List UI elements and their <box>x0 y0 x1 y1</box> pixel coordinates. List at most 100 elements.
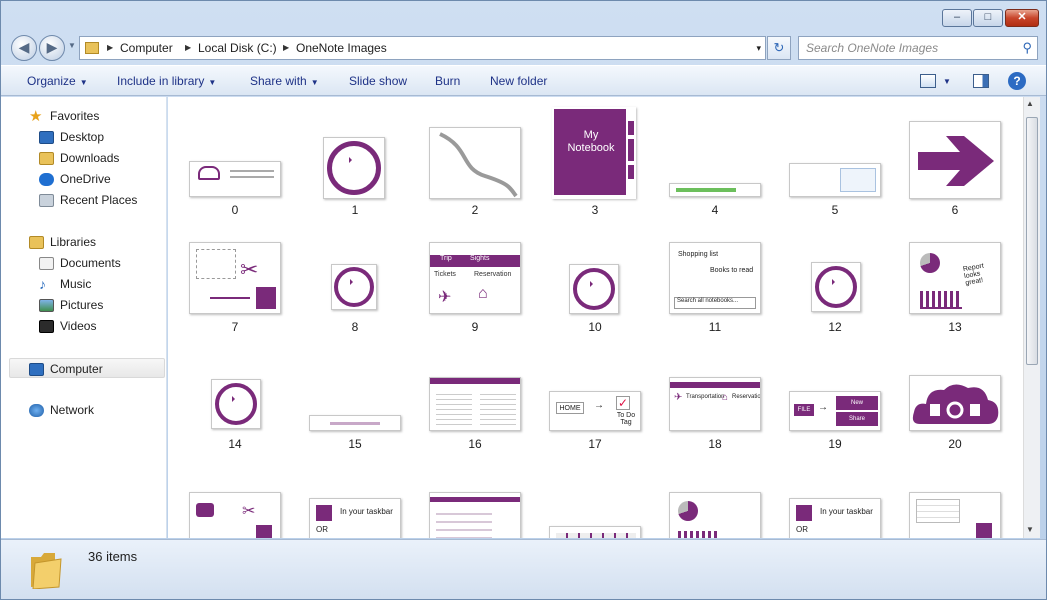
view-dropdown-icon[interactable]: ▼ <box>943 77 951 86</box>
bar-chart-icon <box>920 291 962 309</box>
file-item[interactable]: 5 <box>775 99 895 217</box>
file-item[interactable] <box>415 450 535 538</box>
nav-item-recent-places[interactable]: Recent Places <box>39 190 137 210</box>
address-dropdown-icon[interactable]: ▾ <box>756 37 761 59</box>
file-item[interactable]: 4 <box>655 99 775 217</box>
menu-share-graphic: Share <box>836 412 878 426</box>
explorer-window: – □ ✕ ◀ ▶ ▼ ▶ Computer ▶ Local Disk (C:)… <box>0 0 1047 600</box>
play-icon <box>215 383 257 425</box>
file-item[interactable]: My Notebook 3 <box>535 99 655 217</box>
breadcrumb-computer[interactable]: Computer <box>120 37 173 59</box>
favorites-header[interactable]: ★ Favorites <box>29 106 99 126</box>
file-item[interactable]: 2 <box>415 99 535 217</box>
file-name: 11 <box>708 320 722 334</box>
change-view-icon[interactable] <box>920 74 936 88</box>
plane-icon: ✈ <box>674 392 683 403</box>
file-item[interactable]: Shopping list Books to read Search all n… <box>655 216 775 334</box>
file-thumbnail: My Notebook <box>552 107 636 199</box>
file-item[interactable]: 1 <box>295 99 415 217</box>
breadcrumb-onenote-images[interactable]: OneNote Images <box>296 37 387 59</box>
arrow-icon: → <box>818 402 828 413</box>
file-item[interactable]: 10 <box>535 216 655 334</box>
file-item[interactable] <box>535 450 655 538</box>
devices-graphic <box>230 170 274 178</box>
nav-item-desktop[interactable]: Desktop <box>39 127 104 147</box>
nav-item-videos[interactable]: Videos <box>39 316 96 336</box>
file-item[interactable]: FILE → New Share 19 <box>775 333 895 451</box>
maximize-button[interactable]: □ <box>973 9 1003 27</box>
refresh-button[interactable]: ↻ <box>767 36 791 60</box>
file-item[interactable]: 6 <box>895 99 1015 217</box>
scrollbar-thumb[interactable] <box>1026 117 1038 365</box>
file-item[interactable]: 14 <box>175 333 295 451</box>
file-item[interactable]: 20 <box>895 333 1015 451</box>
onenote-icon <box>316 505 332 521</box>
file-item[interactable]: In your taskbar OR <box>295 450 415 538</box>
file-item[interactable]: ✂ 7 <box>175 216 295 334</box>
burn-button[interactable]: Burn <box>435 74 460 88</box>
search-icon[interactable]: ⚲ <box>1022 37 1032 59</box>
include-in-library-menu[interactable]: Include in library ▼ <box>117 74 216 88</box>
file-item[interactable]: Report looks great! 13 <box>895 216 1015 334</box>
report-text: Report looks great! <box>962 262 985 287</box>
file-item[interactable] <box>895 450 1015 538</box>
file-name: 17 <box>588 437 602 451</box>
file-item[interactable]: Trip Sights Tickets Reservation ✈ ⌂ 9 <box>415 216 535 334</box>
preview-pane-icon[interactable] <box>973 74 989 88</box>
recent-pages-dropdown[interactable]: ▼ <box>68 41 76 50</box>
nav-label: Pictures <box>60 298 104 312</box>
file-item[interactable] <box>655 450 775 538</box>
file-name: 1 <box>351 203 359 217</box>
nav-item-onedrive[interactable]: OneDrive <box>39 169 111 189</box>
favorites-label: Favorites <box>50 109 100 123</box>
file-item[interactable]: ✈ Transportation ⌂ Reservation 18 <box>655 333 775 451</box>
file-item[interactable]: 12 <box>775 216 895 334</box>
slide-show-button[interactable]: Slide show <box>349 74 407 88</box>
arrow-icon: → <box>594 400 604 411</box>
forward-button[interactable]: ▶ <box>39 35 65 61</box>
nav-item-computer[interactable]: Computer <box>9 358 165 378</box>
minimize-button[interactable]: – <box>942 9 972 27</box>
address-bar[interactable]: ▶ Computer ▶ Local Disk (C:) ▶ OneNote I… <box>79 36 766 60</box>
file-item[interactable]: ✂ <box>175 450 295 538</box>
arrow-line <box>210 297 250 299</box>
back-button[interactable]: ◀ <box>11 35 37 61</box>
nav-item-pictures[interactable]: Pictures <box>39 295 103 315</box>
help-icon[interactable]: ? <box>1008 72 1026 90</box>
scroll-down-icon[interactable]: ▼ <box>1026 525 1034 534</box>
search-input[interactable]: Search OneNote Images ⚲ <box>798 36 1038 60</box>
libraries-header[interactable]: Libraries <box>29 232 96 252</box>
scroll-up-icon[interactable]: ▲ <box>1026 99 1034 108</box>
nav-item-music[interactable]: ♪ Music <box>39 274 91 294</box>
breadcrumb-separator-icon[interactable]: ▶ <box>283 37 289 59</box>
nav-item-documents[interactable]: Documents <box>39 253 121 273</box>
share-with-menu[interactable]: Share with ▼ <box>250 74 319 88</box>
navigation-bar: ◀ ▶ ▼ ▶ Computer ▶ Local Disk (C:) ▶ One… <box>1 33 1046 63</box>
file-name: 18 <box>708 437 722 451</box>
organize-menu[interactable]: Organize ▼ <box>27 74 88 88</box>
file-item[interactable]: 16 <box>415 333 535 451</box>
file-item[interactable]: HOME → ✓ To Do Tag 17 <box>535 333 655 451</box>
network-icon <box>29 404 44 418</box>
breadcrumb-local-disk[interactable]: Local Disk (C:) <box>198 37 277 59</box>
computer-icon <box>29 363 44 377</box>
breadcrumb-separator-icon[interactable]: ▶ <box>185 37 191 59</box>
pictures-icon <box>39 299 54 313</box>
file-item[interactable]: 8 <box>295 216 415 334</box>
file-thumbnail: In your taskbar OR <box>789 498 881 538</box>
close-button[interactable]: ✕ <box>1005 9 1039 27</box>
breadcrumb-separator-icon[interactable]: ▶ <box>107 37 113 59</box>
new-folder-button[interactable]: New folder <box>490 74 547 88</box>
file-item[interactable]: In your taskbar OR <box>775 450 895 538</box>
play-icon <box>573 268 615 310</box>
file-item[interactable]: 15 <box>295 333 415 451</box>
videos-icon <box>39 320 54 334</box>
file-thumbnail <box>669 492 761 538</box>
nav-item-downloads[interactable]: Downloads <box>39 148 119 168</box>
organize-label: Organize <box>27 74 76 88</box>
file-thumbnail <box>429 492 521 538</box>
file-item[interactable]: 0 <box>175 99 295 217</box>
vertical-scrollbar[interactable]: ▲ ▼ <box>1023 97 1040 538</box>
nav-item-network[interactable]: Network <box>29 400 94 420</box>
chevron-down-icon: ▼ <box>310 78 319 87</box>
